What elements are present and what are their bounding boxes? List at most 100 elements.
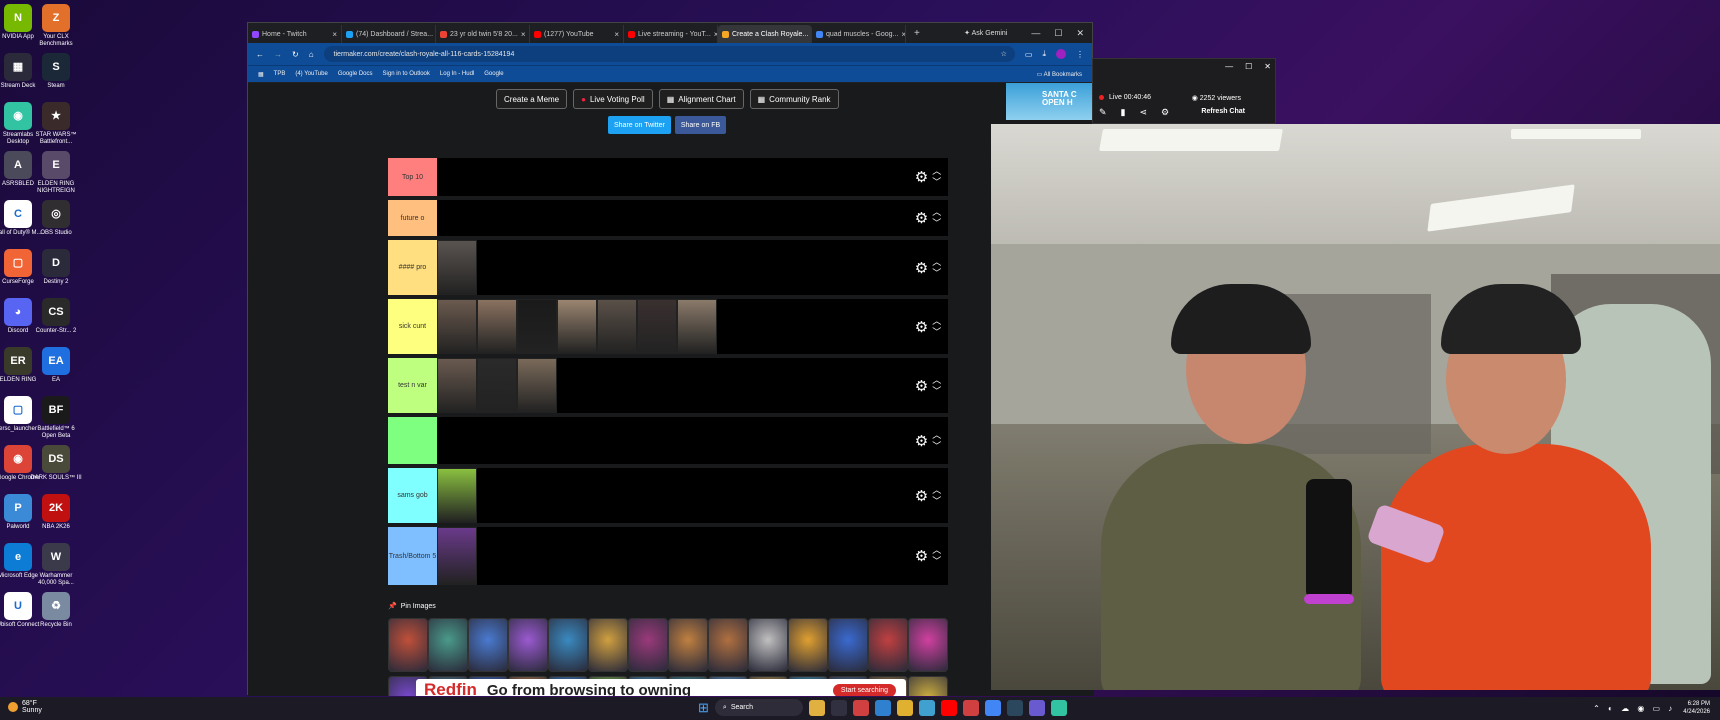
bookmark-item[interactable]: Sign in to Outlook xyxy=(383,71,430,77)
url-input[interactable]: tiermaker.com/create/clash-royale-all-11… xyxy=(323,46,1015,62)
tier-item-image[interactable] xyxy=(597,299,637,354)
card-image[interactable] xyxy=(428,618,468,672)
desktop-icon[interactable]: ♻ Recycle Bin xyxy=(30,592,82,629)
card-image[interactable] xyxy=(708,618,748,672)
desktop-icon[interactable]: S Steam xyxy=(30,53,82,90)
tier-items[interactable] xyxy=(437,240,908,295)
tier-item-image[interactable] xyxy=(517,299,557,354)
browser-tab[interactable]: Home - Twitch × xyxy=(248,25,342,43)
ad-thumbnail[interactable]: SANTA C OPEN H xyxy=(1006,83,1094,120)
desktop-icon[interactable]: E ELDEN RING NIGHTREIGN xyxy=(30,151,82,195)
tier-label[interactable]: sick cunt xyxy=(388,299,437,354)
close-icon[interactable]: ✕ xyxy=(1076,28,1084,39)
gear-icon[interactable]: ⚙ xyxy=(915,547,928,565)
tier-label[interactable]: sams gob xyxy=(388,468,437,523)
windows-start-icon[interactable]: ⊞ xyxy=(698,700,709,716)
desktop-icon[interactable]: CS Counter-Str... 2 xyxy=(30,298,82,335)
chevron-up-icon[interactable]: ︿ xyxy=(932,485,941,496)
chevron-up-icon[interactable]: ︿ xyxy=(932,316,941,327)
chevron-up-icon[interactable]: ︿ xyxy=(932,257,941,268)
all-bookmarks[interactable]: ▭ All Bookmarks xyxy=(1037,71,1082,78)
gear-icon[interactable]: ⚙ xyxy=(915,259,928,277)
page-button[interactable]: ● Live Voting Poll xyxy=(573,89,653,109)
tier-items[interactable] xyxy=(437,468,908,523)
tier-item-image[interactable] xyxy=(437,299,477,354)
card-image[interactable] xyxy=(748,618,788,672)
browser-tab[interactable]: Create a Clash Royale...× xyxy=(718,25,812,43)
taskbar-search[interactable]: ⌕ Search xyxy=(714,699,803,716)
desktop-icon[interactable]: BF Battlefield™ 6 Open Beta xyxy=(30,396,82,440)
browser-tab[interactable]: (1277) YouTube × xyxy=(530,25,624,43)
tier-items[interactable] xyxy=(437,200,908,236)
tier-item-image[interactable] xyxy=(637,299,677,354)
card-image[interactable] xyxy=(788,618,828,672)
chevron-down-icon[interactable]: ﹀ xyxy=(932,268,941,279)
tier-item-image[interactable] xyxy=(437,527,477,585)
tier-label[interactable]: test n var xyxy=(388,358,437,413)
minimize-icon[interactable]: — xyxy=(1031,28,1040,38)
taskbar-app-icon[interactable] xyxy=(962,699,979,716)
share-icon[interactable]: ⋖ xyxy=(1140,107,1148,118)
tier-items[interactable] xyxy=(437,299,908,354)
chevron-down-icon[interactable]: ﹀ xyxy=(932,556,941,567)
tier-label[interactable]: future o xyxy=(388,200,437,236)
redfin-ad[interactable]: Redfin Go from browsing to owning Start … xyxy=(416,679,906,696)
tier-item-image[interactable] xyxy=(437,240,477,295)
desktop-icon[interactable]: 2K NBA 2K26 xyxy=(30,494,82,531)
card-image[interactable] xyxy=(468,618,508,672)
chevron-up-icon[interactable]: ︿ xyxy=(932,166,941,177)
desktop-icon[interactable]: EA EA xyxy=(30,347,82,384)
card-image[interactable] xyxy=(868,618,908,672)
card-image[interactable] xyxy=(508,618,548,672)
gear-icon[interactable]: ⚙ xyxy=(915,432,928,450)
desktop-icon[interactable]: W Warhammer 40,000 Spa... xyxy=(30,543,82,587)
tier-item-image[interactable] xyxy=(517,358,557,413)
tray-icons[interactable]: ⌃ ◐ ☁ ◉ ▭ ♪ xyxy=(1593,704,1675,713)
card-image[interactable] xyxy=(668,618,708,672)
apps-icon[interactable]: ▦ xyxy=(258,71,264,78)
maximize-icon[interactable]: ☐ xyxy=(1245,62,1252,71)
desktop-icon[interactable]: ◎ OBS Studio xyxy=(30,200,82,237)
bookmark-item[interactable]: Google Docs xyxy=(338,71,373,77)
menu-icon[interactable]: ⋮ xyxy=(1076,50,1084,59)
ask-gemini-button[interactable]: ✦ Ask Gemini xyxy=(954,29,1017,37)
new-tab-button[interactable]: + xyxy=(906,28,928,39)
browser-tab[interactable]: Live streaming - YouT... × xyxy=(624,25,718,43)
card-image[interactable] xyxy=(908,676,948,696)
chevron-down-icon[interactable]: ﹀ xyxy=(932,441,941,452)
chevron-up-icon[interactable]: ︿ xyxy=(932,207,941,218)
page-button[interactable]: Create a Meme xyxy=(496,89,568,109)
tier-label[interactable]: Top 10 xyxy=(388,158,437,196)
chevron-down-icon[interactable]: ﹀ xyxy=(932,218,941,229)
bookmark-item[interactable]: Log In - Hudl xyxy=(440,71,474,77)
cast-icon[interactable]: ▭ xyxy=(1025,50,1033,59)
chevron-down-icon[interactable]: ﹀ xyxy=(932,327,941,338)
bookmark-star-icon[interactable]: ☆ xyxy=(1001,50,1007,58)
tier-item-image[interactable] xyxy=(437,358,477,413)
pin-images[interactable]: 📌 Pin Images xyxy=(388,602,436,611)
tab-close-icon[interactable]: × xyxy=(614,30,619,39)
taskbar-app-icon[interactable] xyxy=(918,699,935,716)
card-image[interactable] xyxy=(548,618,588,672)
tier-item-image[interactable] xyxy=(437,468,477,523)
maximize-icon[interactable]: ☐ xyxy=(1054,28,1062,39)
gear-icon[interactable]: ⚙ xyxy=(915,168,928,186)
share-fb-button[interactable]: Share on FB xyxy=(674,116,727,134)
browser-tab[interactable]: 23 yr old twin 5'8 20... × xyxy=(436,25,530,43)
tier-items[interactable] xyxy=(437,417,908,464)
gear-icon[interactable]: ⚙ xyxy=(915,209,928,227)
home-icon[interactable]: ⌂ xyxy=(309,50,314,59)
chevron-down-icon[interactable]: ﹀ xyxy=(932,386,941,397)
bookmark-item[interactable]: Google xyxy=(484,71,503,77)
tier-item-image[interactable] xyxy=(477,358,517,413)
back-icon[interactable]: ← xyxy=(256,50,264,59)
tier-label[interactable]: #### pro xyxy=(388,240,437,295)
taskbar-app-icon[interactable] xyxy=(830,699,847,716)
browser-tab[interactable]: quad muscles - Goog... × xyxy=(812,25,906,43)
card-image[interactable] xyxy=(828,618,868,672)
taskbar-app-icon[interactable] xyxy=(896,699,913,716)
taskbar-app-icon[interactable] xyxy=(1028,699,1045,716)
card-image[interactable] xyxy=(388,618,428,672)
gear-icon[interactable]: ⚙ xyxy=(915,487,928,505)
taskbar-app-icon[interactable] xyxy=(1006,699,1023,716)
